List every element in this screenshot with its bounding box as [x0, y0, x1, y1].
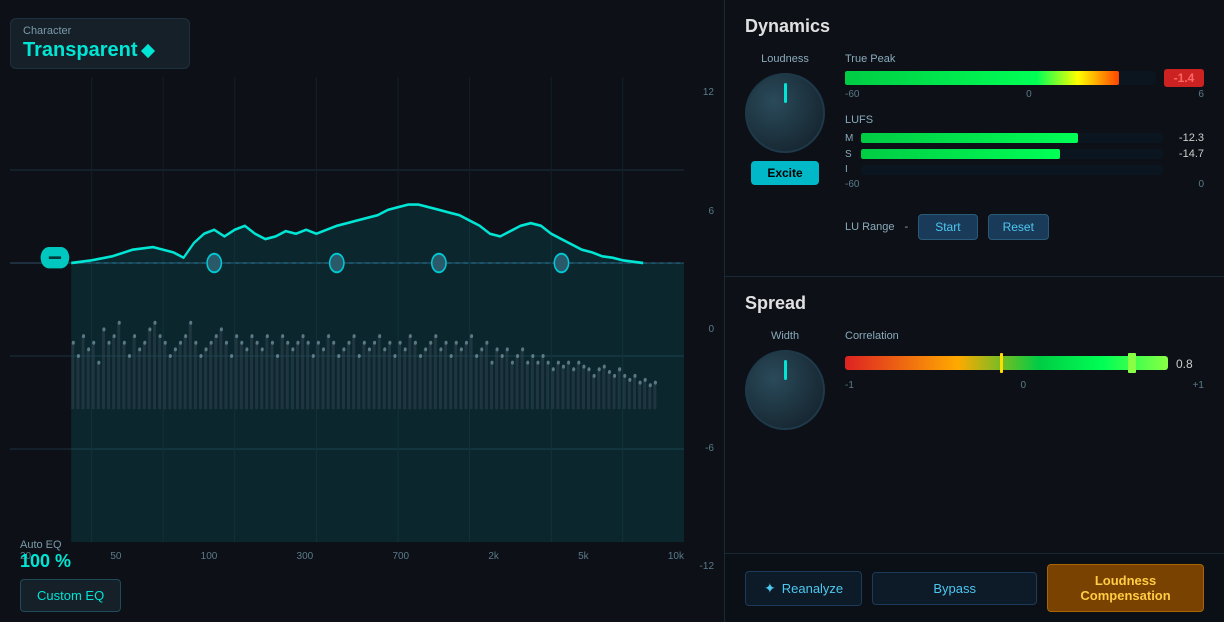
x-label-50: 50 [110, 551, 121, 562]
true-peak-meter [845, 71, 1156, 85]
loudness-label: Loudness [761, 53, 809, 65]
correlation-marker [1000, 353, 1003, 373]
spread-title: Spread [745, 293, 1204, 314]
character-box[interactable]: Character Transparent [10, 18, 190, 69]
left-panel: Character Transparent 12 6 0 -6 -12 [0, 0, 724, 622]
corr-scale-right: +1 [1193, 380, 1204, 391]
auto-eq-value: 100 % [20, 551, 71, 572]
tp-scale-left: -60 [845, 89, 859, 100]
lufs-s-row: S -14.7 [845, 148, 1204, 160]
x-label-300: 300 [297, 551, 314, 562]
correlation-indicator [1128, 353, 1136, 373]
eq-curve-svg [10, 77, 684, 542]
lufs-m-value: -12.3 [1169, 132, 1204, 144]
lufs-s-value: -14.7 [1169, 148, 1204, 160]
custom-eq-button[interactable]: Custom EQ [20, 579, 121, 612]
dynamics-content: Loudness Excite True Peak -1.4 [745, 53, 1204, 240]
width-column: Width [745, 330, 825, 430]
lufs-scale: -60 0 [845, 179, 1204, 190]
spread-section: Spread Width Correlation 0.8 -1 [725, 277, 1224, 553]
x-label-10k: 10k [668, 551, 684, 562]
dynamics-title: Dynamics [745, 16, 1204, 37]
y-label-12: 12 [703, 87, 714, 98]
correlation-meter [845, 356, 1168, 370]
loudness-column: Loudness Excite [745, 53, 825, 185]
lufs-bars: M -12.3 S -14.7 [845, 132, 1204, 198]
dynamics-section: Dynamics Loudness Excite True Peak [725, 0, 1224, 277]
start-button[interactable]: Start [918, 214, 977, 240]
dropdown-icon [141, 43, 155, 57]
correlation-column: Correlation 0.8 -1 0 +1 [845, 330, 1204, 391]
excite-button[interactable]: Excite [751, 161, 818, 185]
loudness-knob-indicator [784, 83, 787, 103]
correlation-value: 0.8 [1176, 357, 1204, 371]
lufs-m-fill [861, 133, 1078, 143]
lufs-meters: M -12.3 S -14.7 [845, 132, 1204, 198]
tp-scale-mid: 0 [1026, 89, 1032, 100]
true-peak-value: -1.4 [1164, 69, 1204, 87]
auto-eq-section: Auto EQ 100 % [20, 539, 71, 572]
y-label-neg12: -12 [700, 561, 714, 572]
y-label-0: 0 [708, 324, 714, 335]
correlation-scale: -1 0 +1 [845, 380, 1204, 391]
x-label-2k: 2k [488, 551, 499, 562]
character-value: Transparent [23, 39, 177, 62]
correlation-meter-row: 0.8 [845, 356, 1204, 372]
width-knob[interactable] [745, 350, 825, 430]
lufs-i-meter [861, 165, 1163, 175]
true-peak-label: True Peak [845, 53, 895, 65]
bottom-bar: ✦ Reanalyze Bypass Loudness Compensation [725, 553, 1224, 622]
y-axis-labels: 12 6 0 -6 -12 [684, 77, 714, 582]
loudness-compensation-button[interactable]: Loudness Compensation [1047, 564, 1204, 612]
eq-area: 12 6 0 -6 -12 [10, 77, 714, 622]
y-label-6: 6 [708, 206, 714, 217]
reanalyze-button[interactable]: ✦ Reanalyze [745, 571, 862, 606]
true-peak-meter-row: -1.4 [845, 69, 1204, 87]
lufs-s-meter [861, 149, 1163, 159]
x-label-700: 700 [392, 551, 409, 562]
auto-eq-label: Auto EQ [20, 539, 71, 551]
lu-range-row: LU Range - Start Reset [845, 214, 1204, 240]
x-label-5k: 5k [578, 551, 589, 562]
lu-range-label: LU Range [845, 221, 895, 233]
true-peak-section: True Peak -1.4 -60 0 6 [845, 53, 1204, 108]
lufs-scale-right: 0 [1198, 179, 1204, 190]
width-label: Width [771, 330, 799, 342]
lufs-i-letter: I [845, 164, 855, 175]
bypass-button[interactable]: Bypass [872, 572, 1037, 605]
lufs-section: LUFS M -12.3 S [845, 114, 1204, 198]
correlation-label: Correlation [845, 330, 1204, 342]
spread-content: Width Correlation 0.8 -1 0 +1 [745, 330, 1204, 430]
reanalyze-icon: ✦ [764, 580, 776, 597]
lufs-s-fill [861, 149, 1060, 159]
corr-scale-left: -1 [845, 380, 854, 391]
lufs-m-row: M -12.3 [845, 132, 1204, 144]
corr-scale-mid: 0 [1020, 380, 1026, 391]
lufs-m-meter [861, 133, 1163, 143]
lufs-label: LUFS [845, 114, 1204, 126]
meters-column: True Peak -1.4 -60 0 6 [845, 53, 1204, 240]
lufs-scale-left: -60 [845, 179, 859, 190]
loudness-knob[interactable] [745, 73, 825, 153]
character-label: Character [23, 25, 177, 37]
reset-button[interactable]: Reset [988, 214, 1049, 240]
true-peak-scale: -60 0 6 [845, 89, 1204, 100]
lufs-m-letter: M [845, 133, 855, 144]
lufs-i-row: I [845, 164, 1204, 175]
tp-scale-right: 6 [1198, 89, 1204, 100]
x-axis-labels: 20 50 100 300 700 2k 5k 10k [20, 551, 684, 562]
x-label-100: 100 [201, 551, 218, 562]
lu-range-value: - [905, 221, 909, 233]
true-peak-fill [845, 71, 1119, 85]
right-panel: Dynamics Loudness Excite True Peak [724, 0, 1224, 622]
lufs-s-letter: S [845, 149, 855, 160]
width-knob-indicator [784, 360, 787, 380]
y-label-neg6: -6 [705, 443, 714, 454]
